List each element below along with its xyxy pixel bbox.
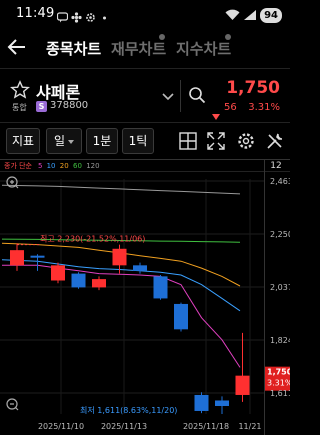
ma-legend-item: 60 [73,162,82,170]
search-icon[interactable] [188,86,206,104]
candle-body [92,279,106,288]
low-annotation: 최저 1,611(8.63%,11/20) [80,405,177,415]
candle-body [153,276,168,299]
last-price-label: 1,750 [267,368,290,377]
back-arrow-icon[interactable] [6,36,28,58]
candle-count-label: 12 [270,161,281,171]
current-price: 1,750 [226,78,280,98]
new-dot-icon [225,34,231,40]
candle-body [194,394,209,411]
stock-code: 378800 [50,100,89,111]
price-change-percent: 3.31% [248,102,280,113]
new-dot-icon [159,34,165,40]
y-tick-label: 2,037 [270,283,290,292]
candle-body [235,375,250,395]
price-change: 56 [224,102,237,113]
dot-icon [99,8,110,20]
indicator-button[interactable]: 지표 [6,128,40,154]
y-tick-label: 1,611 [270,389,290,398]
caret-down-icon [68,139,75,144]
tick-button[interactable]: 1틱 [122,128,154,154]
ma-legend-item: 5 [38,162,42,170]
minute-button[interactable]: 1분 [86,128,118,154]
period-button[interactable]: 일 [46,128,82,154]
candle-body [112,248,127,266]
candle-body [174,303,188,330]
status-time: 11:49 [16,6,55,21]
candle-body [71,273,86,288]
change-down-icon [212,105,220,120]
x-tick-label: 2025/11/13 [101,422,147,431]
period-label: 일 [53,134,66,148]
battery-indicator: 94 [260,8,282,23]
status-right: 94 [225,6,282,25]
settings-icon[interactable] [236,131,256,151]
settings-status-icon [85,8,96,22]
price-chart[interactable]: 종가 단순 5 10 20 60 120 12 최고 2,230(-21.52%,11/0… [0,159,293,435]
layout-grid-icon[interactable] [178,131,198,151]
header-divider [180,80,181,112]
ma-legend-item: 120 [86,162,99,170]
candle-body [133,265,147,271]
moving-average-legend: 종가 단순 5 10 20 60 120 [4,161,100,170]
market-badge: 통합 [12,103,27,112]
tab-financial-chart[interactable]: 재무차트 [111,38,166,59]
candle-body [10,250,24,266]
wifi-icon [225,6,240,25]
candle-body [215,400,229,407]
last-pct-label: 3.31% [267,379,290,388]
nav-bar: 종목차트 재무차트 지수차트 [0,28,290,66]
code-chip-icon: S [36,101,47,112]
y-tick-label: 1,824 [270,336,290,345]
ma-legend-prefix: 종가 단순 [4,161,33,170]
high-annotation: 최고 2,230(-21.52%,11/06) [40,234,145,244]
x-tick-label: 2025/11/18 [183,422,229,431]
candle-body [30,255,45,258]
status-bar: 11:49 94 [0,0,290,28]
ma-legend-item: 20 [60,162,69,170]
x-tick-label: 2025/11/10 [38,422,84,431]
tab-stock-chart[interactable]: 종목차트 [46,38,101,59]
tools-icon[interactable] [265,131,285,151]
flower-icon [71,8,82,23]
indicator-label: 지표 [11,134,35,148]
favorite-star-icon[interactable] [10,80,30,100]
y-tick-label: 2,250 [270,230,290,239]
minute-label: 1분 [92,134,112,148]
chat-icon [56,8,69,23]
expand-icon[interactable] [206,131,226,151]
notification-icons [56,8,110,23]
signal-icon [243,6,257,25]
candle-body [51,265,65,281]
x-tick-label: 11/21 [238,422,261,431]
ma-legend-item: 10 [47,162,56,170]
tick-label: 1틱 [128,134,148,148]
chart-svg[interactable]: 종가 단순 5 10 20 60 120 12 최고 2,230(-21.52%,11/0… [0,159,293,435]
chevron-down-icon[interactable] [162,86,174,101]
y-tick-label: 2,463 [270,177,290,186]
tab-index-chart[interactable]: 지수차트 [176,38,231,59]
